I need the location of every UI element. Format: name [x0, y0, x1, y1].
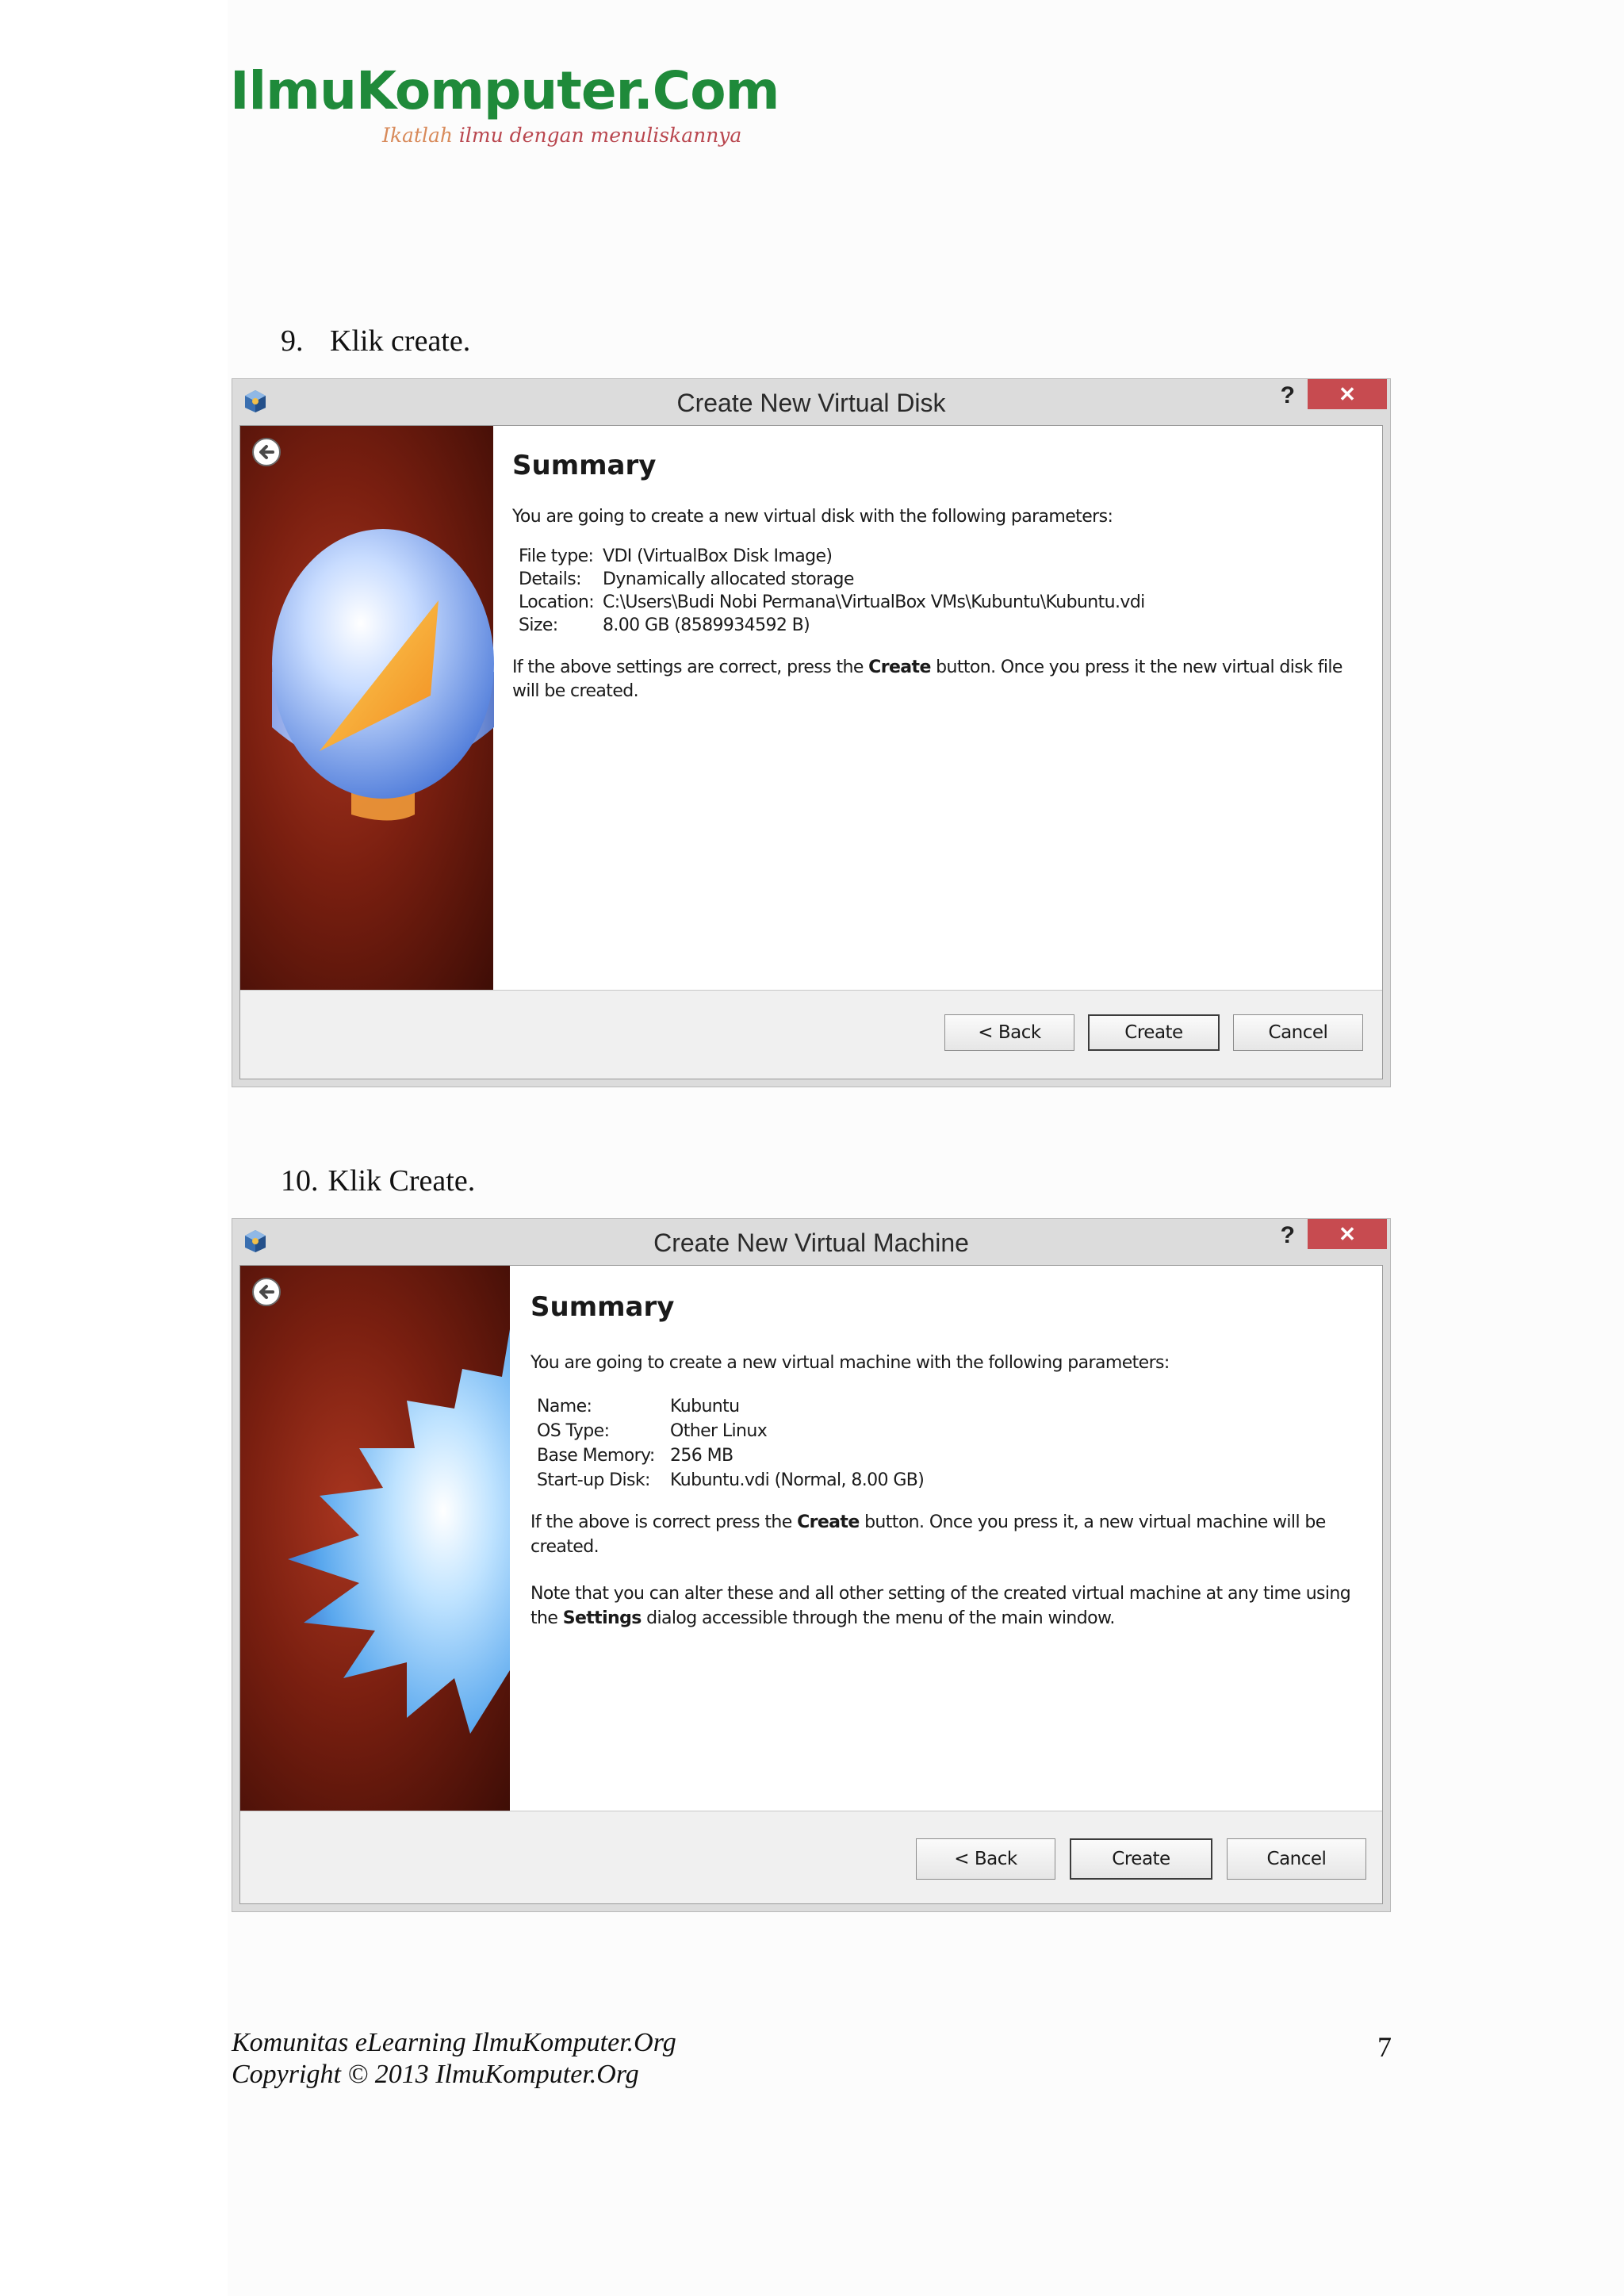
param-value: Kubuntu.vdi (Normal, 8.00 GB) — [670, 1470, 925, 1490]
create-virtual-disk-dialog: Create New Virtual Disk ? ✕ Summary You … — [232, 378, 1391, 1087]
footer-line-2: Copyright © 2013 IlmuKomputer.Org — [232, 2060, 639, 2089]
param-value: Kubuntu — [670, 1397, 740, 1416]
disk-pie-icon — [272, 529, 494, 821]
step-10-heading: 10. Klik Create. — [281, 1166, 475, 1196]
site-logo: IlmuKomputer.Com Ikatlah ilmu dengan men… — [230, 60, 779, 146]
param-row-location: Location: C:\Users\Budi Nobi Permana\Virt… — [519, 591, 1145, 614]
back-button[interactable]: < Back — [916, 1838, 1055, 1880]
logo-tagline-rest: ilmu dengan menuliskannya — [452, 124, 742, 147]
step-9-heading: 9. Klik create. — [281, 326, 470, 356]
param-label: Name: — [537, 1397, 592, 1416]
param-row-size: Size: 8.00 GB (8589934592 B) — [519, 614, 1145, 637]
summary-heading: Summary — [530, 1291, 675, 1323]
create-button[interactable]: Create — [1088, 1014, 1220, 1051]
parameters-list: Name: Kubuntu OS Type: Other Linux Base Me… — [537, 1394, 925, 1493]
step-number: 10. — [281, 1164, 319, 1198]
note-text: If the above settings are correct, press… — [512, 657, 869, 677]
create-note: If the above is correct press the Create… — [530, 1510, 1350, 1559]
cancel-button[interactable]: Cancel — [1227, 1838, 1366, 1880]
step-number: 9. — [281, 324, 304, 358]
param-label: Details: — [519, 569, 581, 589]
param-label: Start-up Disk: — [537, 1470, 650, 1490]
dialog-title: Create New Virtual Machine — [653, 1228, 969, 1257]
logo-tagline: Ikatlah ilmu dengan menuliskannya — [382, 125, 779, 145]
parameters-list: File type: VDI (VirtualBox Disk Image) De… — [519, 545, 1145, 637]
param-value: 256 MB — [670, 1446, 733, 1466]
note-text: If the above is correct press the — [530, 1512, 798, 1532]
back-button[interactable]: < Back — [944, 1014, 1074, 1051]
note-text: dialog accessible through the menu of th… — [641, 1608, 1115, 1628]
param-row-name: Name: Kubuntu — [537, 1394, 924, 1419]
starburst-icon — [288, 1329, 510, 1734]
settings-note: Note that you can alter these and all ot… — [530, 1581, 1366, 1631]
close-button[interactable]: ✕ — [1308, 1219, 1387, 1249]
back-arrow-icon[interactable] — [251, 1277, 282, 1307]
wizard-side-image — [240, 1266, 510, 1811]
page-footer: Komunitas eLearning IlmuKomputer.Org Cop… — [232, 2027, 676, 2091]
param-label: OS Type: — [537, 1421, 610, 1441]
summary-note: If the above settings are correct, press… — [512, 656, 1366, 703]
param-value: C:\Users\Budi Nobi Permana\VirtualBox VM… — [603, 592, 1145, 612]
help-button[interactable]: ? — [1281, 382, 1295, 409]
button-bar: < Back Create Cancel — [240, 990, 1382, 1079]
close-button[interactable]: ✕ — [1308, 379, 1387, 409]
param-value: 8.00 GB (8589934592 B) — [603, 615, 810, 635]
step-text: Klik create. — [330, 324, 471, 358]
note-bold: Create — [868, 657, 931, 677]
button-bar: < Back Create Cancel — [240, 1811, 1382, 1903]
wizard-side-image — [240, 426, 494, 991]
note-bold: Create — [797, 1512, 860, 1532]
param-value: Other Linux — [670, 1421, 768, 1441]
param-row-file-type: File type: VDI (VirtualBox Disk Image) — [519, 545, 1145, 568]
param-row-details: Details: Dynamically allocated storage — [519, 568, 1145, 591]
note-bold: Settings — [562, 1608, 642, 1628]
param-label: Location: — [519, 592, 595, 612]
param-label: Base Memory: — [537, 1446, 655, 1466]
param-label: Size: — [519, 615, 558, 635]
dialog-titlebar: Create New Virtual Machine ? ✕ — [232, 1219, 1390, 1265]
dialog-body: Summary You are going to create a new vi… — [239, 1265, 1383, 1904]
back-arrow-icon[interactable] — [251, 437, 282, 467]
footer-line-1: Komunitas eLearning IlmuKomputer.Org — [232, 2028, 676, 2057]
help-button[interactable]: ? — [1281, 1222, 1295, 1249]
wizard-content: Summary You are going to create a new vi… — [510, 1266, 1382, 1903]
dialog-titlebar: Create New Virtual Disk ? ✕ — [232, 379, 1390, 425]
param-row-base-memory: Base Memory: 256 MB — [537, 1443, 924, 1468]
summary-intro: You are going to create a new virtual di… — [512, 507, 1113, 527]
dialog-body: Summary You are going to create a new vi… — [239, 425, 1383, 1079]
param-row-os-type: OS Type: Other Linux — [537, 1419, 924, 1443]
step-text: Klik Create. — [327, 1164, 476, 1198]
dialog-title: Create New Virtual Disk — [676, 389, 946, 417]
cancel-button[interactable]: Cancel — [1233, 1014, 1363, 1051]
summary-heading: Summary — [512, 450, 657, 481]
param-value: Dynamically allocated storage — [603, 569, 854, 589]
create-virtual-machine-dialog: Create New Virtual Machine ? ✕ Summary Y… — [232, 1218, 1391, 1912]
param-row-startup-disk: Start-up Disk: Kubuntu.vdi (Normal, 8.00 … — [537, 1468, 925, 1493]
param-value: VDI (VirtualBox Disk Image) — [603, 546, 833, 566]
wizard-content: Summary You are going to create a new vi… — [493, 426, 1382, 1079]
create-button[interactable]: Create — [1070, 1838, 1212, 1880]
logo-tagline-lead: Ikatlah — [382, 124, 453, 147]
param-label: File type: — [519, 546, 594, 566]
logo-title: IlmuKomputer.Com — [230, 60, 779, 121]
summary-intro: You are going to create a new virtual ma… — [530, 1353, 1170, 1373]
page-number: 7 — [1377, 2031, 1392, 2063]
